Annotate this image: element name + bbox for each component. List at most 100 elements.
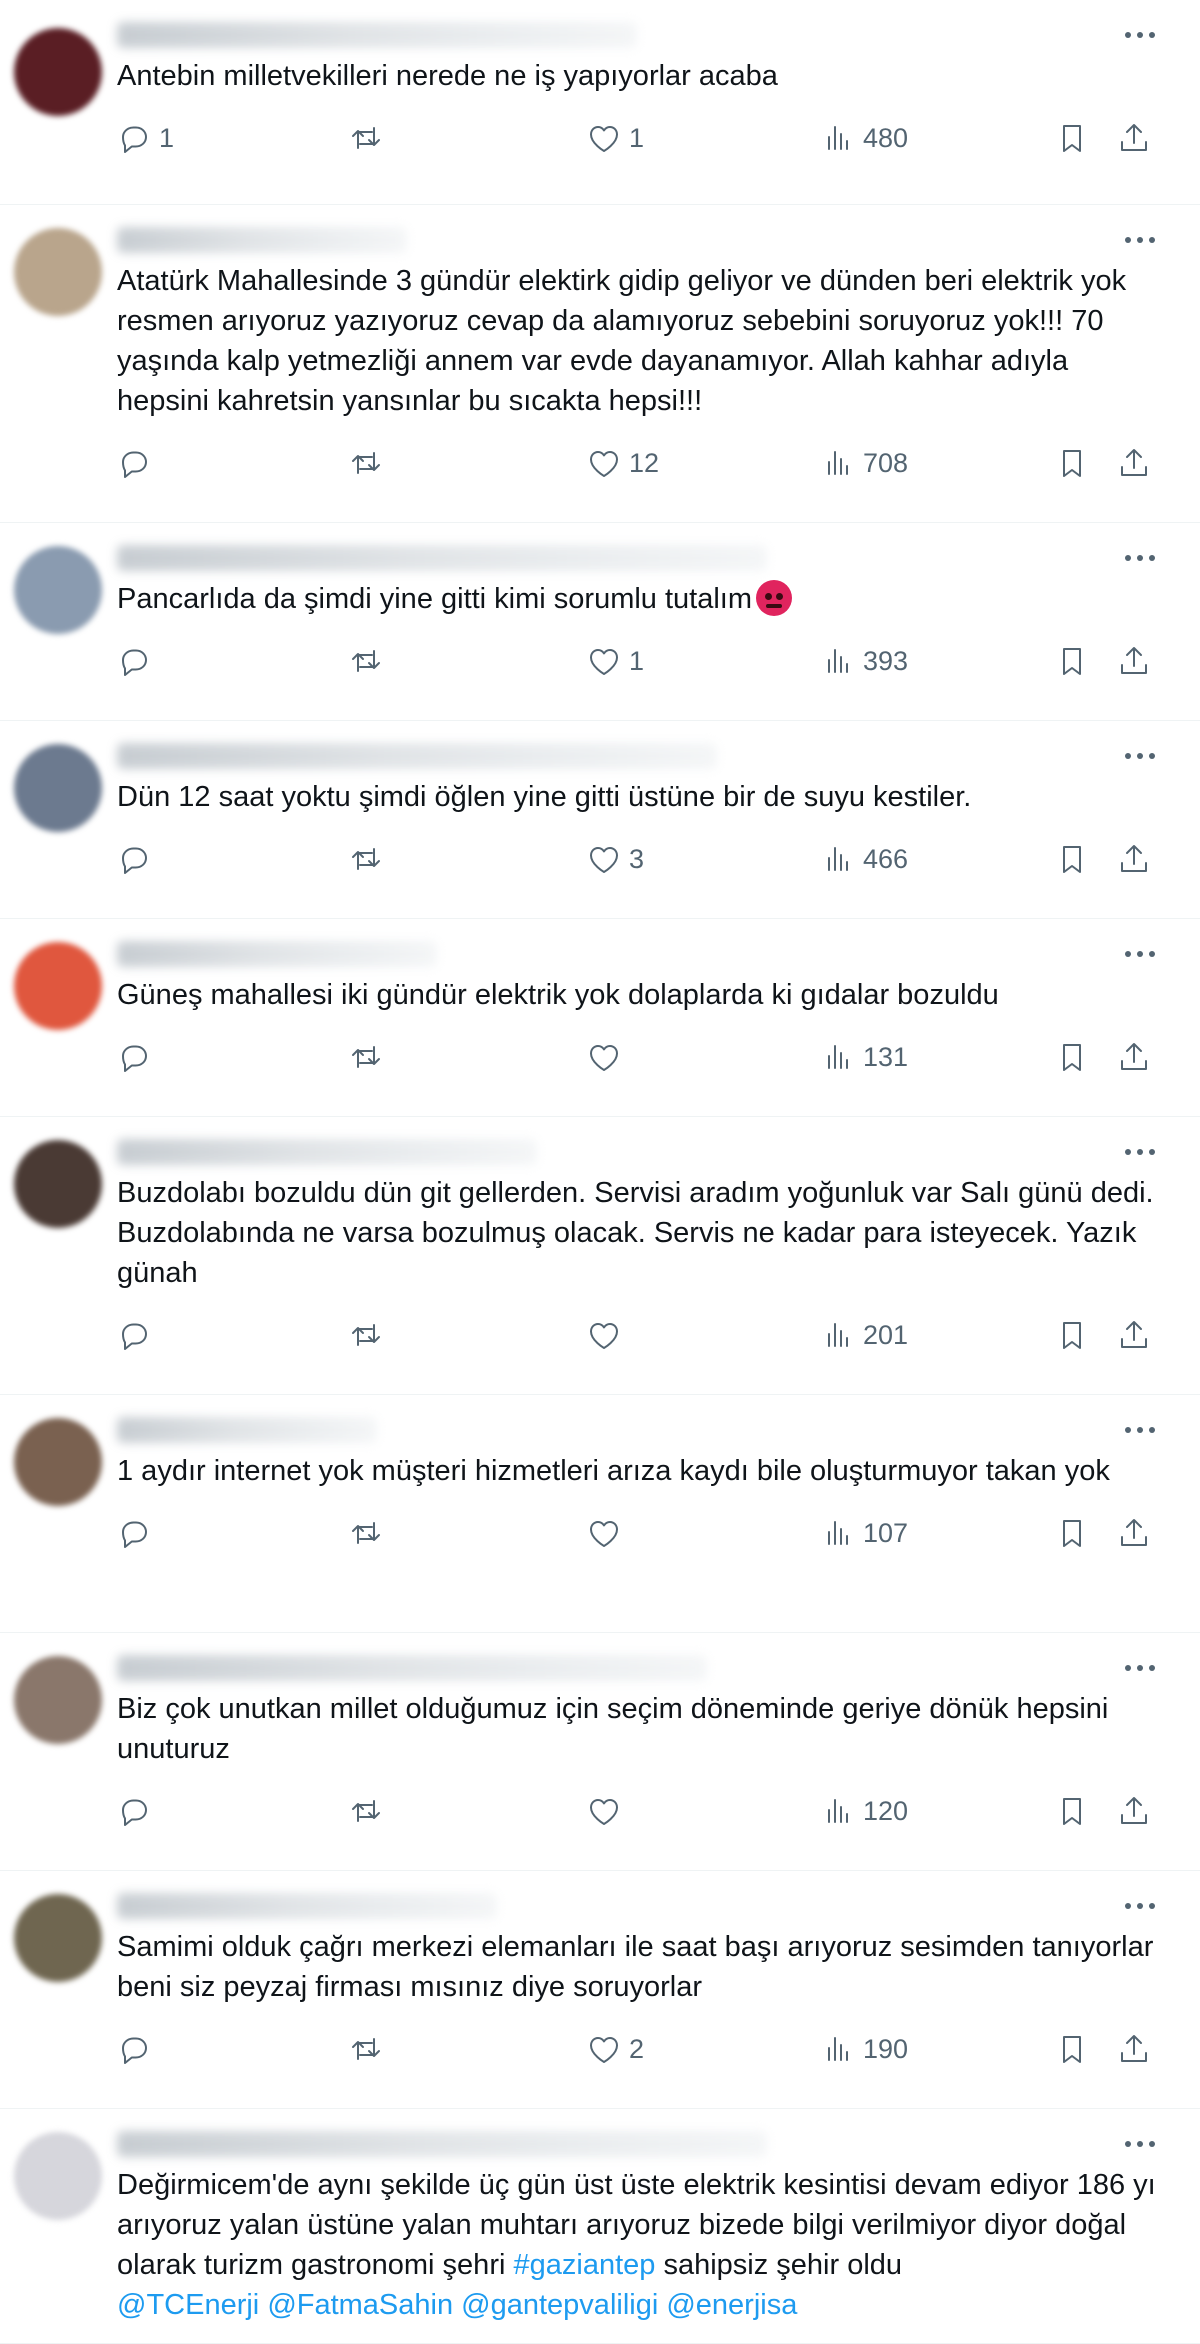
reply-button[interactable] [117,443,159,483]
more-icon[interactable] [1120,1137,1160,1167]
mention-link[interactable]: @FatmaSahin [267,2289,453,2321]
share-button[interactable] [1117,1037,1151,1077]
like-button[interactable]: 3 [587,839,644,879]
bookmark-button[interactable] [1055,118,1089,158]
bookmark-icon [1063,648,1081,675]
tweet-reply[interactable]: Değirmicem'de aynı şekilde üç gün üst üs… [0,2109,1200,2344]
views-button[interactable]: 466 [821,839,908,879]
mention-link[interactable]: @TCEnerji [117,2289,259,2321]
tweet-reply[interactable]: Pancarlıda da şimdi yine gitti kimi soru… [0,523,1200,721]
more-icon[interactable] [1120,225,1160,255]
retweet-button[interactable] [349,641,391,681]
more-icon[interactable] [1120,1891,1160,1921]
reply-button[interactable] [117,839,159,879]
like-button[interactable] [587,1791,629,1831]
bookmark-button[interactable] [1055,641,1089,681]
views-button[interactable]: 393 [821,641,908,681]
tweet-reply[interactable]: Dün 12 saat yoktu şimdi öğlen yine gitti… [0,721,1200,919]
avatar[interactable] [14,1656,102,1744]
views-button[interactable]: 708 [821,443,908,483]
reply-button[interactable] [117,2029,159,2069]
redacted-author-name [117,941,437,967]
avatar[interactable] [14,546,102,634]
views-button[interactable]: 131 [821,1037,908,1077]
retweet-button[interactable] [349,1315,391,1355]
bookmark-button[interactable] [1055,2029,1089,2069]
tweet-text: Samimi olduk çağrı merkezi elemanları il… [117,1927,1160,2007]
more-icon[interactable] [1120,741,1160,771]
tweet-text-content: Güneş mahallesi iki gündür elektrik yok … [117,979,999,1011]
tweet-reply[interactable]: Buzdolabı bozuldu dün git gellerden. Ser… [0,1117,1200,1395]
retweet-button[interactable] [349,839,391,879]
bookmark-button[interactable] [1055,839,1089,879]
retweet-button[interactable] [349,1037,391,1077]
avatar[interactable] [14,744,102,832]
like-button[interactable] [587,1315,629,1355]
view-count: 120 [863,1795,909,1826]
like-button[interactable]: 2 [587,2029,644,2069]
share-button[interactable] [1117,641,1151,681]
like-button[interactable]: 12 [587,443,659,483]
retweet-button[interactable] [349,1791,391,1831]
more-icon[interactable] [1120,1653,1160,1683]
tweet-actions: 1 1 480 [117,96,1160,192]
views-button[interactable]: 120 [821,1791,908,1831]
like-button[interactable]: 1 [587,641,644,681]
tweet-reply[interactable]: Biz çok unutkan millet olduğumuz için se… [0,1633,1200,1871]
hashtag-link[interactable]: #gaziantep [513,2249,655,2281]
tweet-reply[interactable]: 1 aydır internet yok müşteri hizmetleri … [0,1395,1200,1633]
bookmark-button[interactable] [1055,1791,1089,1831]
more-icon[interactable] [1120,1415,1160,1445]
share-button[interactable] [1117,2029,1151,2069]
bookmark-button[interactable] [1055,1315,1089,1355]
retweet-button[interactable] [349,118,391,158]
more-icon[interactable] [1120,543,1160,573]
reply-button[interactable] [117,1037,159,1077]
share-button[interactable] [1117,1315,1151,1355]
bookmark-button[interactable] [1055,1513,1089,1553]
reply-button[interactable] [117,1315,159,1355]
avatar[interactable] [14,1894,102,1982]
share-button[interactable] [1117,118,1151,158]
mention-link[interactable]: @gantepvaliligi [461,2289,658,2321]
like-button[interactable] [587,1513,629,1553]
more-icon[interactable] [1120,2129,1160,2159]
share-button[interactable] [1117,443,1151,483]
retweet-button[interactable] [349,443,391,483]
bookmark-button[interactable] [1055,443,1089,483]
retweet-icon [352,1046,380,1068]
tweet-reply[interactable]: Antebin milletvekilleri nerede ne iş yap… [0,0,1200,205]
tweet-actions: 12 708 [117,421,1160,517]
avatar[interactable] [14,942,102,1030]
view-count: 131 [863,1041,909,1072]
more-icon[interactable] [1120,939,1160,969]
tweet-text-content: Pancarlıda da şimdi yine gitti kimi soru… [117,583,753,615]
avatar[interactable] [14,1418,102,1506]
share-button[interactable] [1117,1513,1151,1553]
avatar[interactable] [14,1140,102,1228]
redacted-author-name [117,1893,497,1919]
views-button[interactable]: 480 [821,118,908,158]
reply-button[interactable]: 1 [117,118,174,158]
bookmark-button[interactable] [1055,1037,1089,1077]
tweet-reply[interactable]: Güneş mahallesi iki gündür elektrik yok … [0,919,1200,1117]
like-button[interactable] [587,1037,629,1077]
avatar[interactable] [14,228,102,316]
mention-link[interactable]: @enerjisa [666,2289,797,2321]
reply-button[interactable] [117,641,159,681]
reply-button[interactable] [117,1513,159,1553]
avatar[interactable] [14,2132,102,2220]
share-button[interactable] [1117,839,1151,879]
like-button[interactable]: 1 [587,118,644,158]
views-button[interactable]: 107 [821,1513,908,1553]
reply-button[interactable] [117,1791,159,1831]
views-button[interactable]: 190 [821,2029,908,2069]
share-button[interactable] [1117,1791,1151,1831]
more-icon[interactable] [1120,20,1160,50]
retweet-button[interactable] [349,2029,391,2069]
views-button[interactable]: 201 [821,1315,908,1355]
tweet-reply[interactable]: Samimi olduk çağrı merkezi elemanları il… [0,1871,1200,2109]
avatar[interactable] [14,28,102,116]
retweet-button[interactable] [349,1513,391,1553]
tweet-reply[interactable]: Atatürk Mahallesinde 3 gündür elektirk g… [0,205,1200,523]
